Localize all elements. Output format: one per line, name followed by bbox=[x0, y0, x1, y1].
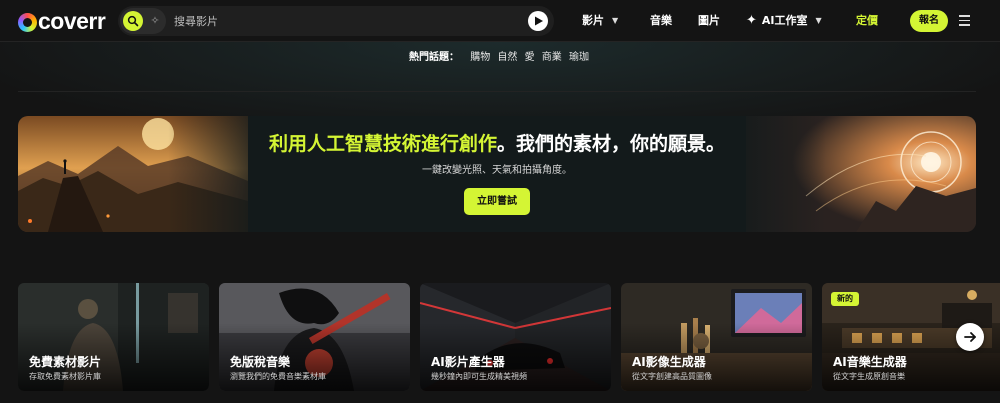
trending-label: 熱門話題： bbox=[409, 52, 460, 63]
card-title: AI影片產生器 bbox=[431, 355, 505, 369]
card-subtitle: 從文字生成原創音樂 bbox=[833, 372, 905, 381]
card-ai-video-generator[interactable]: AI影片產生器 幾秒鐘內即可生成精美視頻 bbox=[420, 283, 611, 391]
section-divider bbox=[18, 91, 976, 92]
card-title: AI影像生成器 bbox=[632, 355, 706, 369]
banner-title: 利用人工智慧技術進行創作。我們的素材，你的願景。 bbox=[18, 132, 976, 156]
new-badge: 新的 bbox=[831, 292, 859, 306]
trending-tag[interactable]: 商業 bbox=[542, 52, 562, 63]
arrow-right-icon[interactable] bbox=[956, 323, 984, 351]
trending-topics: 熱門話題： 購物 自然 愛 商業 瑜珈 bbox=[0, 51, 1000, 65]
chevron-down-icon: ▼ bbox=[815, 16, 822, 25]
card-subtitle: 從文字創建高品質圖像 bbox=[632, 372, 712, 381]
ai-promo-banner: 利用人工智慧技術進行創作。我們的素材，你的願景。 一鍵改變光照、天氣和拍攝角度。… bbox=[18, 116, 976, 232]
card-ai-image-generator[interactable]: AI影像生成器 從文字創建高品質圖像 bbox=[621, 283, 812, 391]
card-free-stock-videos[interactable]: 免費素材影片 存取免費素材影片庫 bbox=[18, 283, 209, 391]
trending-tag[interactable]: 愛 bbox=[525, 52, 535, 63]
card-royalty-free-music[interactable]: 免版稅音樂 瀏覽我們的免費音樂素材庫 bbox=[219, 283, 410, 391]
search-input[interactable] bbox=[174, 11, 514, 31]
sparkle-icon[interactable]: ✧ bbox=[147, 13, 163, 29]
search-mode-toggle[interactable]: ✧ bbox=[120, 8, 166, 34]
nav-ai-studio[interactable]: ✦ AI工作室 ▼ bbox=[746, 13, 822, 29]
banner-title-rest: 。我們的素材，你的願景。 bbox=[497, 133, 726, 155]
play-arrow-icon[interactable] bbox=[528, 11, 548, 31]
nav-videos[interactable]: 影片 ▼ bbox=[582, 13, 618, 29]
card-subtitle: 存取免費素材影片庫 bbox=[29, 372, 101, 381]
banner-title-highlight: 利用人工智慧技術進行創作 bbox=[268, 133, 497, 155]
trending-tag[interactable]: 瑜珈 bbox=[569, 52, 589, 63]
top-navigation-bar: coverr ✧ 影片 ▼ 音樂 圖片 ✦ AI工作室 ▼ 定價 報名 bbox=[0, 0, 1000, 42]
card-title: AI音樂生成器 bbox=[833, 355, 907, 369]
trending-tag[interactable]: 自然 bbox=[497, 52, 517, 63]
trending-tag[interactable]: 購物 bbox=[470, 52, 490, 63]
card-subtitle: 瀏覽我們的免費音樂素材庫 bbox=[230, 372, 326, 381]
try-now-button[interactable]: 立即嘗試 bbox=[464, 188, 530, 215]
nav-videos-label: 影片 bbox=[582, 14, 604, 27]
card-subtitle: 幾秒鐘內即可生成精美視頻 bbox=[431, 372, 527, 381]
search-icon[interactable] bbox=[123, 11, 143, 31]
nav-music[interactable]: 音樂 bbox=[650, 13, 672, 29]
search-bar: ✧ bbox=[118, 6, 554, 36]
ai-studio-icon: ✦ bbox=[746, 13, 757, 28]
feature-cards-row: 免費素材影片 存取免費素材影片庫 免版稅音樂 瀏覽我們的免費音樂素材庫 AI影片… bbox=[18, 283, 1000, 391]
signup-button[interactable]: 報名 bbox=[910, 10, 948, 32]
brand-name: coverr bbox=[38, 8, 106, 34]
hamburger-icon[interactable] bbox=[959, 15, 970, 26]
chevron-down-icon: ▼ bbox=[612, 16, 619, 25]
coverr-logo[interactable]: coverr bbox=[18, 8, 106, 34]
nav-ai-studio-label: AI工作室 bbox=[761, 14, 808, 27]
card-title: 免版稅音樂 bbox=[230, 355, 291, 369]
banner-subtitle: 一鍵改變光照、天氣和拍攝角度。 bbox=[422, 165, 572, 176]
nav-pricing[interactable]: 定價 bbox=[856, 13, 878, 29]
nav-images[interactable]: 圖片 bbox=[698, 13, 720, 29]
card-title: 免費素材影片 bbox=[29, 355, 102, 369]
logo-mark-icon bbox=[18, 13, 37, 32]
